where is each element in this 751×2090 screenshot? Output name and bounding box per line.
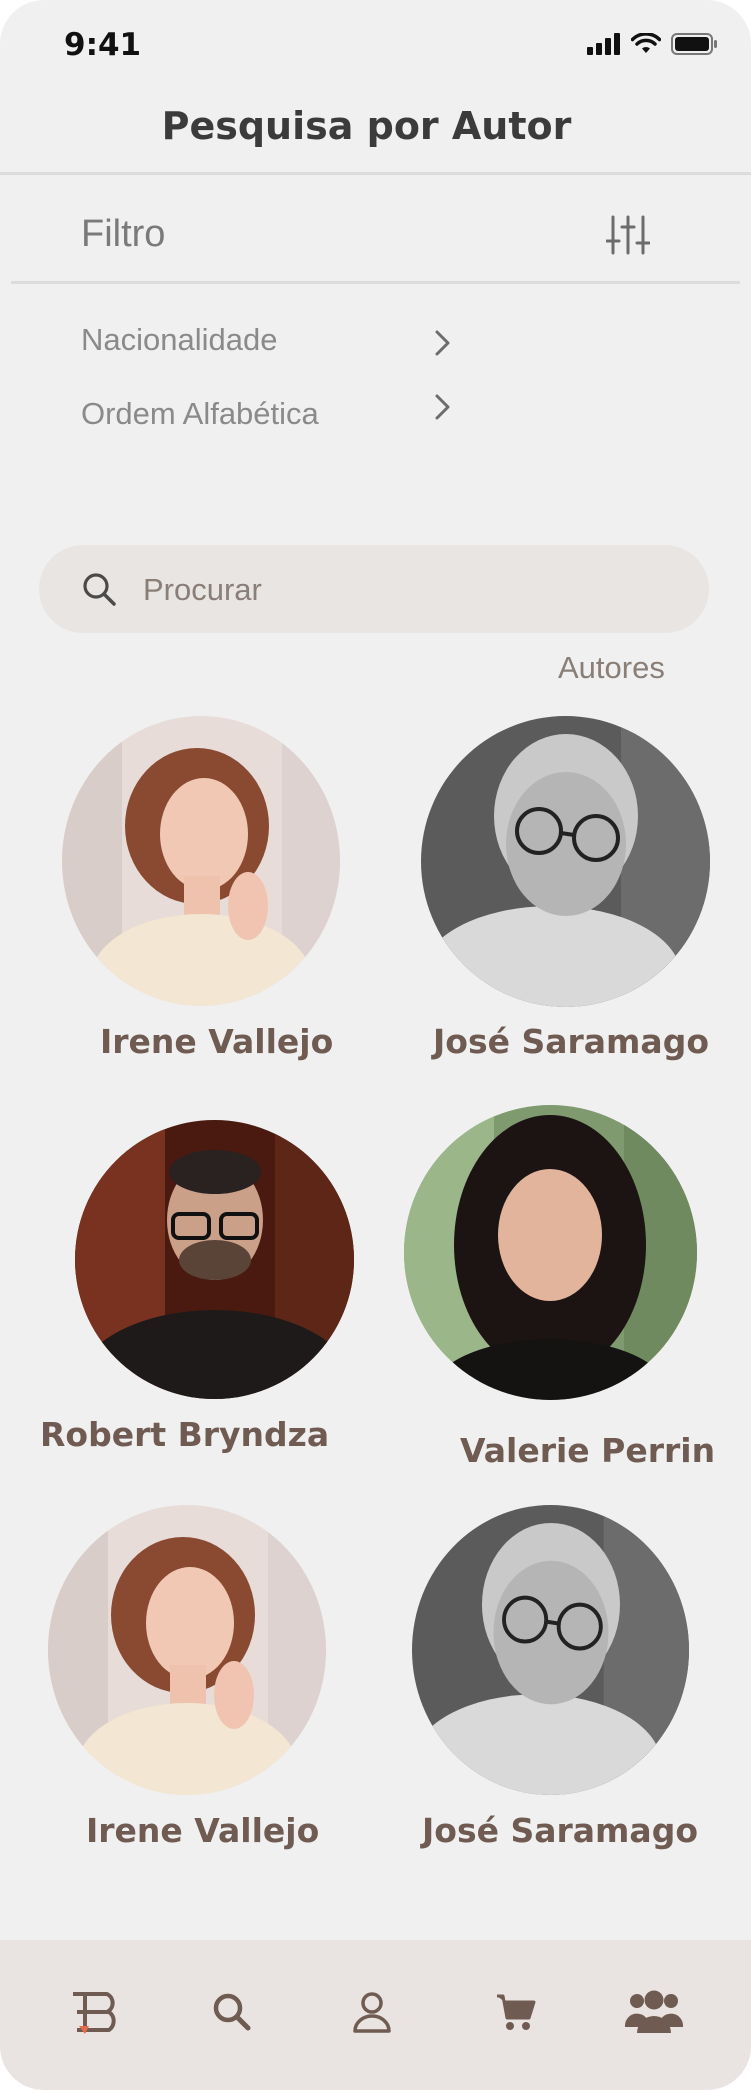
signal-icon [587,33,620,55]
nav-home[interactable] [70,1984,126,2040]
filter-sliders-icon[interactable] [606,213,650,257]
nav-cart[interactable] [488,1984,544,2040]
author-name: José Saramago [433,1022,709,1061]
author-name: Irene Vallejo [86,1811,320,1850]
page-title: Pesquisa por Autor [161,104,572,148]
header-divider [0,172,751,175]
author-photo [48,1505,326,1795]
author-name: Irene Vallejo [100,1022,334,1061]
status-time: 9:41 [64,27,142,63]
screen: 9:41 Pesquisa por Autor Filtro Nacionali… [0,0,751,2090]
author-photo [75,1120,354,1399]
cart-icon [497,1994,536,2030]
nav-profile[interactable] [344,1984,400,2040]
search-icon [83,573,116,606]
chevron-right-icon [435,330,450,356]
author-name: Robert Bryndza [40,1415,330,1454]
wifi-icon [631,33,661,53]
authors-group-icon [625,1990,683,2033]
status-icons [587,32,719,56]
author-photo [62,716,340,1006]
filter-label: Filtro [81,213,166,255]
search-bar[interactable] [39,545,709,635]
battery-icon [671,33,717,55]
chevron-right-icon [435,394,450,420]
author-photo [404,1105,697,1400]
author-name: José Saramago [422,1811,698,1850]
filter-divider [11,281,740,284]
bottom-navigation [0,1940,751,2090]
filter-option-label: Ordem Alfabética [81,396,319,431]
search-icon [213,1993,251,2031]
author-photo [412,1505,689,1795]
home-logo-icon [73,1992,116,2034]
filter-option-label: Nacionalidade [81,322,278,357]
user-icon [353,1992,391,2033]
nav-search[interactable] [204,1984,260,2040]
author-photo [421,716,710,1007]
authors-section-label: Autores [558,650,665,685]
search-input[interactable] [141,545,665,635]
author-name: Valerie Perrin [460,1431,716,1470]
nav-authors[interactable] [624,1984,684,2040]
